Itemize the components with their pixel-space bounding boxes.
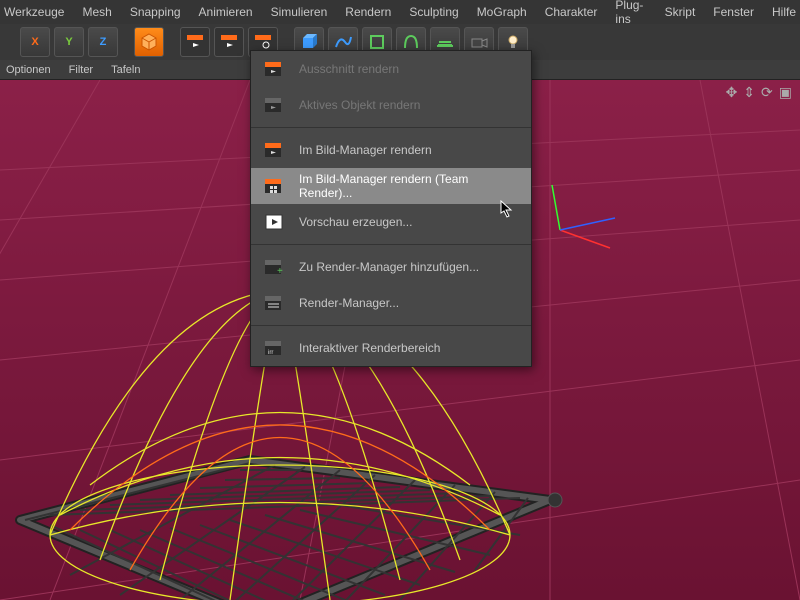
clapper-add-icon: +: [263, 257, 285, 277]
menu-charakter[interactable]: Charakter: [545, 5, 598, 19]
menu-fenster[interactable]: Fenster: [713, 5, 754, 19]
render-active-button[interactable]: [214, 27, 244, 57]
main-menubar: Werkzeuge Mesh Snapping Animieren Simuli…: [0, 0, 800, 24]
clapper-irr-icon: irr: [263, 338, 285, 358]
axis-x-label: X: [31, 36, 38, 48]
axis-z-button[interactable]: Z: [88, 27, 118, 57]
menu-animieren[interactable]: Animieren: [199, 5, 253, 19]
menu-separator: [251, 325, 531, 326]
mouse-cursor-icon: [500, 200, 514, 223]
cube-primitive-button[interactable]: [134, 27, 164, 57]
svg-text:irr: irr: [268, 350, 273, 356]
menu-rendern[interactable]: Rendern: [345, 5, 391, 19]
svg-text:+: +: [277, 266, 283, 277]
clapper-ghost-icon: [263, 95, 285, 115]
clapper-list-icon: [263, 293, 285, 313]
clapper-settings-icon: [219, 32, 239, 52]
menu-item-label: Aktives Objekt rendern: [299, 98, 420, 112]
light-icon: [503, 32, 523, 52]
cube-icon: [139, 32, 159, 52]
clapper-icon: [263, 140, 285, 160]
menu-item-label: Interaktiver Renderbereich: [299, 341, 440, 355]
menu-simulieren[interactable]: Simulieren: [271, 5, 328, 19]
menu-item-label: Zu Render-Manager hinzufügen...: [299, 260, 479, 274]
clapper-team-icon: [263, 176, 285, 196]
menu-werkzeuge[interactable]: Werkzeuge: [4, 5, 64, 19]
menu-item-bild-manager-rendern[interactable]: Im Bild-Manager rendern: [251, 132, 531, 168]
clapper-icon: [263, 59, 285, 79]
menu-item-label: Render-Manager...: [299, 296, 399, 310]
render-dropdown-menu: Ausschnitt rendern Aktives Objekt render…: [250, 50, 532, 367]
subbar-tafeln[interactable]: Tafeln: [111, 64, 140, 76]
axis-z-label: Z: [100, 36, 107, 48]
prim-cube-icon: [299, 32, 319, 52]
clapper-icon: [185, 32, 205, 52]
subbar-filter[interactable]: Filter: [69, 64, 93, 76]
camera-icon: [469, 32, 489, 52]
environment-icon: [435, 32, 455, 52]
menu-item-interaktiver-renderbereich[interactable]: irr Interaktiver Renderbereich: [251, 330, 531, 366]
axis-x-button[interactable]: X: [20, 27, 50, 57]
menu-separator: [251, 127, 531, 128]
menu-item-bild-manager-team-render[interactable]: Im Bild-Manager rendern (Team Render)...: [251, 168, 531, 204]
spline-icon: [333, 32, 353, 52]
menu-mesh[interactable]: Mesh: [82, 5, 111, 19]
clapper-gear-icon: [253, 32, 273, 52]
menu-skript[interactable]: Skript: [665, 5, 696, 19]
render-view-button[interactable]: [180, 27, 210, 57]
deformer-icon: [401, 32, 421, 52]
menu-item-label: Im Bild-Manager rendern: [299, 143, 432, 157]
menu-sculpting[interactable]: Sculpting: [409, 5, 458, 19]
play-box-icon: [263, 212, 285, 232]
subbar-optionen[interactable]: Optionen: [6, 64, 51, 76]
generator-icon: [367, 32, 387, 52]
menu-item-aktives-objekt-rendern[interactable]: Aktives Objekt rendern: [251, 87, 531, 123]
menu-item-render-manager-add[interactable]: + Zu Render-Manager hinzufügen...: [251, 249, 531, 285]
menu-item-label: Ausschnitt rendern: [299, 62, 399, 76]
menu-mograph[interactable]: MoGraph: [477, 5, 527, 19]
axis-y-button[interactable]: Y: [54, 27, 84, 57]
menu-separator: [251, 244, 531, 245]
menu-plugins[interactable]: Plug-ins: [615, 0, 646, 26]
axis-y-label: Y: [65, 36, 72, 48]
menu-item-vorschau-erzeugen[interactable]: Vorschau erzeugen...: [251, 204, 531, 240]
menu-item-label: Im Bild-Manager rendern (Team Render)...: [299, 172, 519, 200]
menu-item-label: Vorschau erzeugen...: [299, 215, 412, 229]
menu-snapping[interactable]: Snapping: [130, 5, 181, 19]
menu-item-ausschnitt-rendern[interactable]: Ausschnitt rendern: [251, 51, 531, 87]
menu-item-render-manager[interactable]: Render-Manager...: [251, 285, 531, 321]
menu-hilfe[interactable]: Hilfe: [772, 5, 796, 19]
